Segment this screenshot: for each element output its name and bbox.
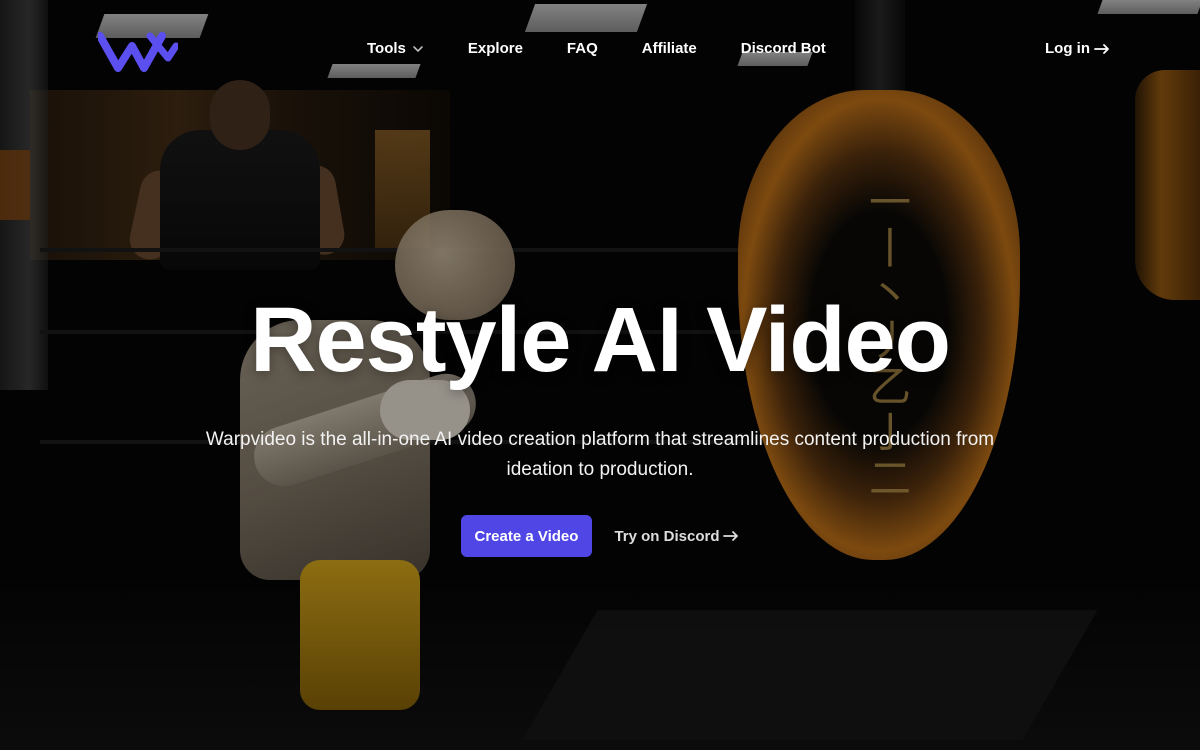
warpvideo-logo-icon[interactable] [96,30,180,72]
create-video-button[interactable]: Create a Video [460,515,593,557]
arrow-right-icon [1094,43,1109,54]
nav-item-discord-bot[interactable]: Discord Bot [741,40,826,57]
try-discord-label: Try on Discord [614,527,720,545]
nav-item-label: Tools [367,40,406,57]
logo-w-icon [96,32,180,72]
try-discord-link[interactable]: Try on Discord [614,528,739,545]
nav-item-label: Affiliate [641,40,697,57]
hero-subtitle: Warpvideo is the all-in-one AI video cre… [205,429,995,480]
top-navbar: Tools Explore FAQ Affiliate Discord Bot … [0,0,1200,100]
chevron-down-icon [413,45,423,52]
hero-section: Restyle AI Video Warpvideo is the all-in… [0,285,1200,557]
cta-row: Create a Video Try on Discord [0,515,1200,557]
nav-item-label: FAQ [566,40,598,57]
nav-item-faq[interactable]: FAQ [567,40,598,57]
primary-nav: Tools Explore FAQ Affiliate Discord Bot [367,40,826,57]
hero-title: Restyle AI Video [250,289,951,391]
arrow-right-icon [723,531,739,541]
login-link[interactable]: Log in [1045,40,1110,57]
nav-item-tools[interactable]: Tools [367,40,424,57]
nav-item-label: Discord Bot [740,40,826,57]
page: ⼀⼁⼂⼃⼄⼅⼆ Tools Explore FAQ Affiliate Disc… [0,0,1200,750]
login-label: Log in [1045,40,1090,57]
nav-item-affiliate[interactable]: Affiliate [642,40,697,57]
nav-item-explore[interactable]: Explore [468,40,523,57]
nav-item-label: Explore [467,40,523,57]
